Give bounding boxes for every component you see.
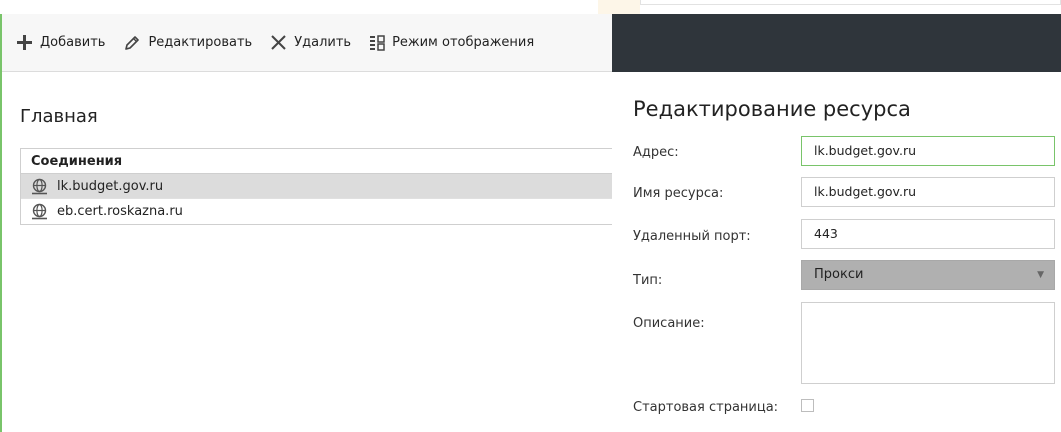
connections-header: Соединения bbox=[21, 149, 614, 174]
editor-header-bar bbox=[612, 14, 1061, 72]
caret-down-icon: ▼ bbox=[1037, 270, 1044, 280]
connections-panel: Добавить Редактировать Удалить Режим ото… bbox=[0, 14, 614, 432]
type-select[interactable]: Прокси ▼ bbox=[801, 260, 1055, 290]
connection-name: lk.budget.gov.ru bbox=[57, 178, 164, 194]
add-button[interactable]: Добавить bbox=[16, 34, 105, 51]
connection-row[interactable]: lk.budget.gov.ru bbox=[21, 174, 614, 199]
type-label: Тип: bbox=[633, 273, 663, 288]
description-label: Описание: bbox=[633, 316, 705, 331]
type-select-value: Прокси bbox=[814, 267, 864, 282]
plus-icon bbox=[17, 35, 32, 50]
start-page-checkbox[interactable] bbox=[801, 399, 814, 412]
connections-table: Соединения lk.budget.gov.ru eb.cert.rosk… bbox=[20, 148, 614, 225]
delete-button[interactable]: Удалить bbox=[270, 34, 351, 51]
edit-button-label: Редактировать bbox=[148, 35, 253, 50]
start-page-label: Стартовая страница: bbox=[633, 400, 779, 415]
editor-title: Редактирование ресурса bbox=[633, 97, 911, 121]
page-title: Главная bbox=[20, 106, 98, 127]
resource-editor-panel: Редактирование ресурса Адрес: lk.budget.… bbox=[612, 14, 1061, 432]
grid-view-icon bbox=[370, 34, 385, 51]
connection-name: eb.cert.roskazna.ru bbox=[57, 204, 183, 219]
pencil-icon bbox=[125, 35, 140, 50]
resource-name-label: Имя ресурса: bbox=[633, 186, 724, 201]
remote-port-field[interactable]: 443 bbox=[801, 219, 1055, 249]
globe-icon bbox=[32, 178, 47, 194]
background-box bbox=[640, 0, 1061, 5]
connection-row[interactable]: eb.cert.roskazna.ru bbox=[21, 199, 614, 224]
edit-button[interactable]: Редактировать bbox=[123, 34, 252, 52]
globe-icon bbox=[32, 203, 47, 220]
description-textarea[interactable] bbox=[801, 302, 1055, 384]
toolbar: Добавить Редактировать Удалить Режим ото… bbox=[2, 14, 612, 72]
address-label: Адрес: bbox=[633, 145, 679, 160]
delete-button-label: Удалить bbox=[294, 35, 352, 50]
background-window-strip bbox=[0, 0, 1061, 14]
add-button-label: Добавить bbox=[40, 35, 106, 50]
close-icon bbox=[271, 35, 286, 50]
view-mode-button[interactable]: Режим отображения bbox=[369, 34, 535, 51]
remote-port-label: Удаленный порт: bbox=[633, 229, 751, 244]
resource-name-field[interactable]: lk.budget.gov.ru bbox=[801, 177, 1055, 207]
address-field[interactable]: lk.budget.gov.ru bbox=[801, 136, 1055, 166]
background-highlight bbox=[598, 0, 640, 14]
view-mode-button-label: Режим отображения bbox=[392, 35, 535, 50]
